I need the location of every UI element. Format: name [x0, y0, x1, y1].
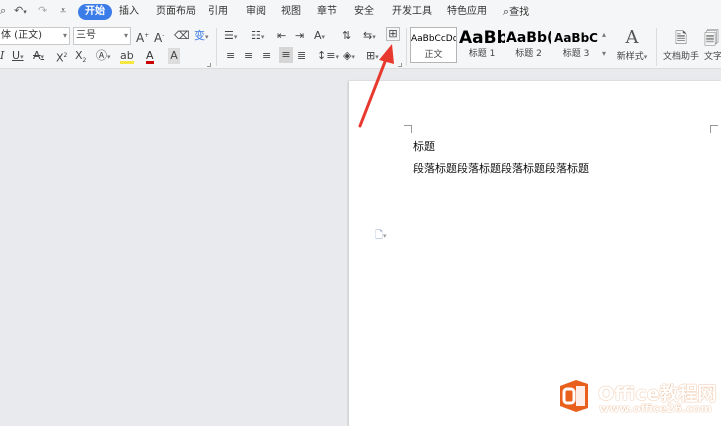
doc-helper-label: 文档助手 — [662, 52, 699, 62]
font-size-value: 三号 — [76, 30, 96, 41]
style-label: 标题 1 — [468, 49, 496, 59]
clear-format-icon[interactable]: ⌫ — [174, 28, 190, 44]
paragraph-layout-icon[interactable]: 🗋▾ — [375, 228, 387, 245]
shrink-font-icon[interactable]: A- — [154, 28, 164, 45]
style-normal[interactable]: AaBbCcDd 正文 — [410, 27, 457, 63]
underline-icon[interactable]: U▾ — [12, 48, 24, 64]
doc-helper-button[interactable]: 🗎 文档助手 — [661, 27, 701, 62]
font-size-select[interactable]: 三号 ▾ — [73, 27, 131, 45]
font-name-select[interactable]: 体 (正文) ▾ — [0, 27, 70, 45]
tab-developer-tools[interactable]: 开发工具 — [392, 4, 432, 20]
align-right-icon[interactable]: ≡ — [262, 48, 271, 64]
grow-font-icon[interactable]: A+ — [136, 28, 149, 45]
style-sample: AaBbCcDd — [411, 34, 456, 44]
document-page[interactable]: 标题 段落标题段落标题段落标题段落标题 — [349, 81, 721, 426]
margin-corner-mark — [404, 125, 412, 133]
text-tools-icon: 🗐 — [704, 29, 719, 47]
search-label: 查找 — [509, 7, 530, 18]
subscript-icon[interactable]: X2 — [75, 48, 86, 64]
redo-icon[interactable]: ↷ — [38, 4, 47, 20]
tab-security[interactable]: 安全 — [354, 4, 374, 20]
superscript-icon[interactable]: X2 — [56, 48, 67, 65]
tab-review[interactable]: 审阅 — [246, 4, 266, 20]
style-heading-2[interactable]: AaBb( 标题 2 — [506, 27, 551, 63]
print-preview-icon[interactable]: ⌕ — [0, 4, 6, 20]
bullet-list-icon[interactable]: ☰▾ — [224, 28, 237, 44]
char-shading-icon[interactable]: A — [168, 48, 180, 64]
tab-chapter[interactable]: 章节 — [317, 4, 337, 20]
chinese-layout-icon[interactable]: A▾ — [314, 28, 325, 44]
tab-featured-apps[interactable]: 特色应用 — [447, 4, 487, 20]
style-label: 标题 3 — [562, 49, 590, 59]
new-style-icon: A — [625, 27, 639, 48]
justify-icon[interactable]: ≡ — [279, 47, 293, 63]
font-name-value: 体 (正文) — [1, 30, 42, 41]
italic-icon[interactable]: I — [0, 48, 4, 64]
margin-corner-mark — [710, 125, 718, 133]
style-scroll-down-icon[interactable]: ▾ — [602, 46, 606, 62]
separator — [406, 28, 407, 66]
annotation-arrow — [358, 44, 394, 128]
style-sample: AaBbC — [554, 31, 598, 45]
style-label: 正文 — [424, 50, 443, 60]
tab-page-layout[interactable]: 页面布局 — [156, 4, 196, 20]
strikethrough-icon[interactable]: A▾ — [33, 48, 44, 64]
chevron-down-icon: ▾ — [62, 31, 67, 40]
style-sample: AaBb( — [506, 30, 551, 46]
decrease-indent-icon[interactable]: ⇤ — [277, 28, 286, 44]
style-heading-3[interactable]: AaBbC 标题 3 — [553, 27, 599, 63]
font-color-icon[interactable]: A — [146, 48, 154, 64]
new-style-button[interactable]: A 新样式▾ — [612, 27, 652, 62]
tab-insert[interactable]: 插入 — [119, 4, 139, 20]
increase-indent-icon[interactable]: ⇥ — [295, 28, 304, 44]
doc-helper-icon: 🗎 — [674, 29, 688, 47]
distribute-icon[interactable]: ≣ — [297, 48, 306, 64]
watermark-url: www.office26.com — [599, 402, 712, 415]
chevron-down-icon: ▾ — [123, 31, 128, 40]
text-tools-button[interactable]: 🗐 文字 — [704, 27, 721, 62]
search-button[interactable]: ⌕查找 — [503, 4, 529, 20]
quick-access-menu-icon[interactable]: ⩡ — [60, 4, 66, 20]
style-sample: AaBb — [459, 28, 505, 48]
separator — [656, 28, 657, 66]
separator — [216, 28, 217, 66]
numbered-list-icon[interactable]: ☷▾ — [251, 28, 264, 44]
style-label: 标题 2 — [515, 49, 542, 59]
tab-view[interactable]: 视图 — [281, 4, 301, 20]
menu-bar: ⌕ ↶▾ ↷ ⩡ 开始 插入 页面布局 引用 审阅 视图 章节 安全 开发工具 … — [0, 0, 721, 24]
tab-references[interactable]: 引用 — [208, 4, 228, 20]
style-heading-1[interactable]: AaBb 标题 1 — [459, 27, 505, 63]
doc-heading-line[interactable]: 标题 — [413, 138, 435, 154]
text-tools-label: 文字 — [704, 52, 721, 62]
text-effect-icon[interactable]: Ⓐ▾ — [96, 48, 111, 64]
phonetic-guide-icon[interactable]: 变▾ — [194, 28, 209, 44]
doc-paragraph-line[interactable]: 段落标题段落标题段落标题段落标题 — [413, 160, 589, 176]
align-center-icon[interactable]: ≡ — [244, 48, 253, 64]
table-border-icon[interactable]: ⊞ — [386, 27, 400, 41]
style-scroll-up-icon[interactable]: ▴ — [602, 27, 606, 43]
new-style-label: 新样式 — [616, 52, 644, 62]
align-left-icon[interactable]: ≡ — [226, 48, 235, 64]
font-dialog-launcher-icon[interactable] — [207, 63, 211, 67]
tab-home[interactable]: 开始 — [78, 4, 112, 20]
highlight-icon[interactable]: ab — [120, 48, 134, 64]
office-logo — [560, 380, 588, 412]
line-spacing-icon[interactable]: ↕≡▾ — [317, 48, 339, 64]
undo-icon[interactable]: ↶▾ — [14, 4, 27, 20]
